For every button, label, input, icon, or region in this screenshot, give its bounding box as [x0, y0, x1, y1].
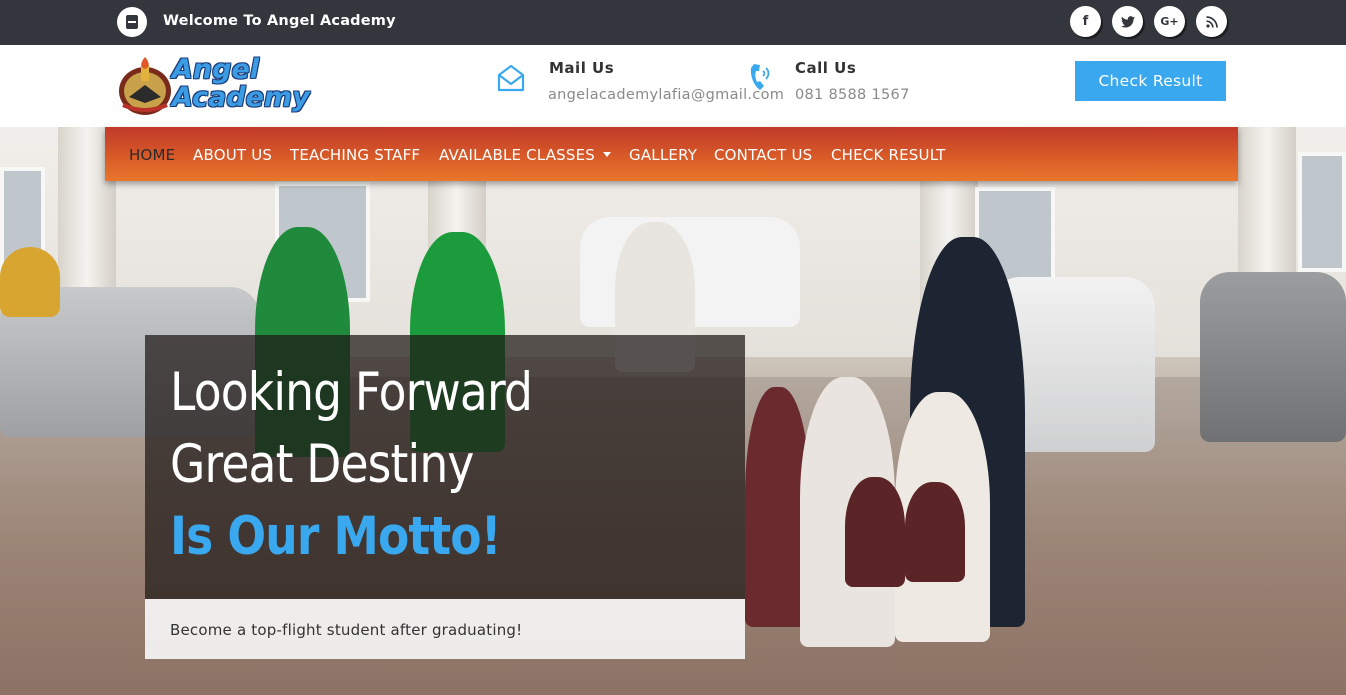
envelope-icon — [497, 64, 525, 92]
call-us-number[interactable]: 081 8588 1567 — [795, 87, 910, 103]
nav-available-classes-label: AVAILABLE CLASSES — [439, 146, 596, 164]
logo-line-1: Angel — [172, 54, 260, 85]
nav-home[interactable]: HOME — [129, 146, 175, 164]
main-nav: HOME ABOUT US TEACHING STAFF AVAILABLE C… — [105, 127, 1238, 181]
nav-contact-us[interactable]: CONTACT US — [714, 146, 812, 164]
rss-icon[interactable] — [1196, 6, 1227, 37]
book-icon — [117, 7, 147, 37]
facebook-icon[interactable]: f — [1070, 6, 1101, 37]
nav-available-classes[interactable]: AVAILABLE CLASSES — [439, 146, 612, 164]
slide-subtitle: Become a top-flight student after gradua… — [170, 621, 523, 639]
call-us-label: Call Us — [795, 59, 857, 77]
check-result-button[interactable]: Check Result — [1075, 61, 1226, 101]
academy-crest-icon — [119, 57, 171, 115]
site-logo[interactable]: Angel Academy — [117, 55, 322, 120]
slide-heading-line-2: Great Destiny — [170, 434, 474, 495]
top-bar: Welcome To Angel Academy f G+ — [0, 0, 1346, 45]
mail-us-label: Mail Us — [549, 59, 615, 77]
twitter-icon[interactable] — [1112, 6, 1143, 37]
nav-teaching-staff[interactable]: TEACHING STAFF — [290, 146, 420, 164]
slide-heading-line-1: Looking Forward — [170, 362, 533, 423]
phone-icon — [750, 64, 770, 90]
slide-heading-motto: Is Our Motto! — [170, 506, 502, 567]
nav-check-result[interactable]: CHECK RESULT — [831, 146, 946, 164]
welcome-text: Welcome To Angel Academy — [163, 13, 396, 29]
caret-down-icon — [603, 152, 612, 157]
google-plus-icon[interactable]: G+ — [1154, 6, 1185, 37]
nav-about-us[interactable]: ABOUT US — [193, 146, 272, 164]
nav-gallery[interactable]: GALLERY — [629, 146, 697, 164]
logo-line-2: Academy — [172, 82, 310, 113]
